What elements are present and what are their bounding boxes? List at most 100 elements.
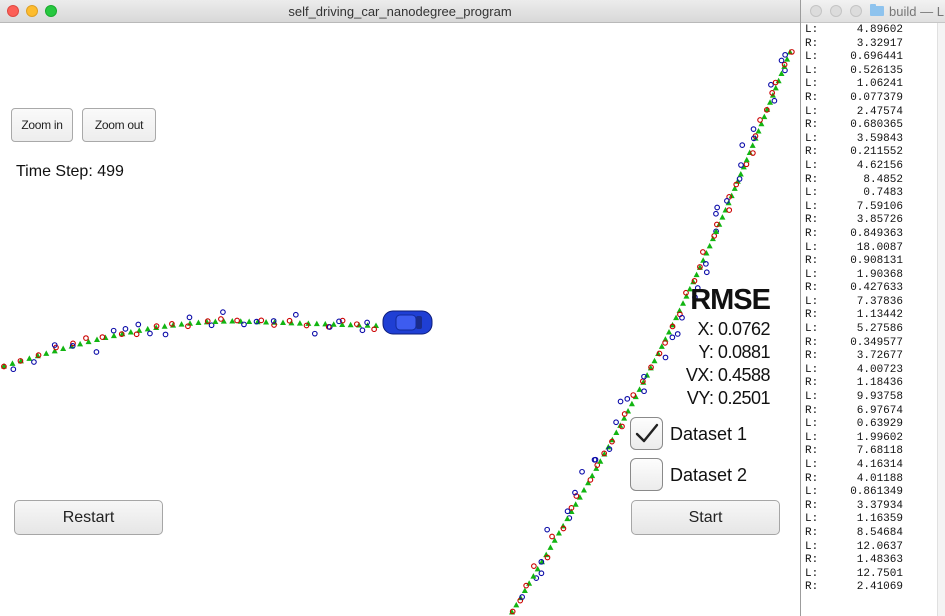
- terminal-line: R: 0.349577: [805, 337, 925, 351]
- nis-value: 1.90368: [856, 268, 903, 281]
- terminal-output[interactable]: L: 4.89602 R: 3.32917 L: 0.696441 L: 0.526135 L:…: [805, 24, 925, 595]
- rmse-x: X: 0.0762: [697, 319, 770, 339]
- terminal-line: L: 4.00723: [805, 364, 925, 378]
- sensor-type: L:: [805, 540, 819, 553]
- lidar-marker: [234, 317, 240, 324]
- terminal-line: R: 2.41069: [805, 581, 925, 595]
- window-title: self_driving_car_nanodegree_program: [288, 4, 512, 19]
- estimate-marker: [613, 429, 620, 436]
- dataset-2-checkbox[interactable]: [630, 458, 663, 491]
- nis-value: 8.4852: [863, 173, 903, 186]
- nis-value: 1.99602: [856, 431, 903, 444]
- sensor-type: R:: [805, 214, 819, 227]
- restart-button[interactable]: Restart: [14, 500, 163, 535]
- terminal-line: R: 0.077379: [805, 92, 925, 106]
- sensor-type: L:: [805, 513, 819, 526]
- nis-value: 18.0087: [856, 241, 903, 254]
- nis-value: 7.37836: [856, 295, 903, 308]
- estimate-marker: [43, 350, 50, 356]
- sensor-type: R:: [805, 282, 819, 295]
- nis-value: 1.13442: [856, 309, 903, 322]
- nis-value: 7.59106: [856, 200, 903, 213]
- sensor-type: L:: [805, 268, 819, 281]
- sensor-type: R:: [805, 91, 819, 104]
- sensor-type: L:: [805, 200, 819, 213]
- sensor-type: L:: [805, 295, 819, 308]
- sensor-type: L:: [805, 363, 819, 376]
- terminal-line: R: 3.85726: [805, 214, 925, 228]
- sensor-type: R:: [805, 227, 819, 240]
- terminal-line: R: 3.32917: [805, 38, 925, 52]
- terminal-line: L: 0.696441: [805, 51, 925, 65]
- nis-value: 0.908131: [850, 255, 903, 268]
- sensor-type: L:: [805, 105, 819, 118]
- nis-value: 0.7483: [863, 187, 903, 200]
- estimate-marker: [589, 472, 596, 479]
- terminal-line: L: 1.99602: [805, 432, 925, 446]
- radar-marker: [544, 526, 551, 533]
- rmse-panel: RMSE X: 0.0762 Y: 0.0881 VX: 0.4588 VY: …: [660, 282, 771, 410]
- nis-value: 3.85726: [856, 214, 903, 227]
- radar-marker: [613, 419, 619, 426]
- radar-marker: [617, 398, 624, 405]
- terminal-line: L: 4.16314: [805, 459, 925, 473]
- estimate-marker: [551, 537, 558, 543]
- nis-value: 0.849363: [850, 227, 903, 240]
- nis-value: 3.37934: [856, 499, 903, 512]
- terminal-maximize-button[interactable]: [850, 5, 862, 17]
- sensor-type: L:: [805, 132, 819, 145]
- terminal-line: L: 4.62156: [805, 160, 925, 174]
- rmse-y: Y: 0.0881: [698, 342, 770, 362]
- terminal-line: L: 7.37836: [805, 296, 925, 310]
- dataset-1-checkbox[interactable]: [630, 417, 663, 450]
- lidar-marker: [587, 477, 594, 483]
- nis-value: 0.349577: [850, 336, 903, 349]
- nis-value: 3.59843: [856, 132, 903, 145]
- terminal-line: L: 12.7501: [805, 568, 925, 582]
- terminal-line: L: 9.93758: [805, 391, 925, 405]
- terminal-line: R: 1.18436: [805, 377, 925, 391]
- radar-marker: [778, 57, 785, 64]
- radar-marker: [110, 327, 117, 334]
- estimate-marker: [94, 336, 100, 343]
- radar-marker: [714, 204, 721, 211]
- terminal-line: R: 8.54684: [805, 527, 925, 541]
- terminal-line: L: 1.90368: [805, 269, 925, 283]
- radar-marker: [703, 269, 710, 276]
- radar-marker: [739, 142, 746, 148]
- terminal-line: L: 0.63929: [805, 418, 925, 432]
- terminal-scrollbar[interactable]: [937, 23, 945, 616]
- dataset-1-label[interactable]: Dataset 1: [670, 424, 747, 445]
- terminal-line: R: 3.37934: [805, 500, 925, 514]
- estimate-marker: [651, 357, 658, 364]
- terminal-line: R: 0.427633: [805, 282, 925, 296]
- sensor-type: L:: [805, 187, 819, 200]
- zoom-out-button[interactable]: Zoom out: [82, 108, 156, 142]
- radar-marker: [186, 314, 193, 321]
- terminal-minimize-button[interactable]: [830, 5, 842, 17]
- nis-value: 1.18436: [856, 377, 903, 390]
- sensor-type: R:: [805, 377, 819, 390]
- sensor-type: R:: [805, 309, 819, 322]
- estimate-marker: [313, 320, 320, 327]
- estimate-marker: [110, 332, 117, 339]
- sensor-type: R:: [805, 336, 819, 349]
- nis-value: 0.526135: [850, 64, 903, 77]
- terminal-close-button[interactable]: [810, 5, 822, 17]
- start-button[interactable]: Start: [631, 500, 780, 535]
- terminal-line: L: 0.526135: [805, 65, 925, 79]
- estimate-marker: [580, 486, 587, 493]
- zoom-in-button[interactable]: Zoom in: [11, 108, 73, 142]
- radar-marker: [771, 97, 778, 104]
- estimate-marker: [127, 328, 134, 335]
- rmse-vy: VY: 0.2501: [686, 388, 771, 408]
- dataset-2-label[interactable]: Dataset 2: [670, 465, 747, 486]
- lidar-marker: [549, 533, 555, 540]
- nis-value: 12.7501: [856, 567, 903, 580]
- sensor-type: R:: [805, 404, 819, 417]
- radar-marker: [359, 327, 366, 334]
- nis-value: 4.01188: [856, 472, 903, 485]
- terminal-titlebar: build — L: [801, 0, 945, 23]
- nis-value: 3.32917: [856, 37, 903, 50]
- estimate-marker: [555, 530, 562, 536]
